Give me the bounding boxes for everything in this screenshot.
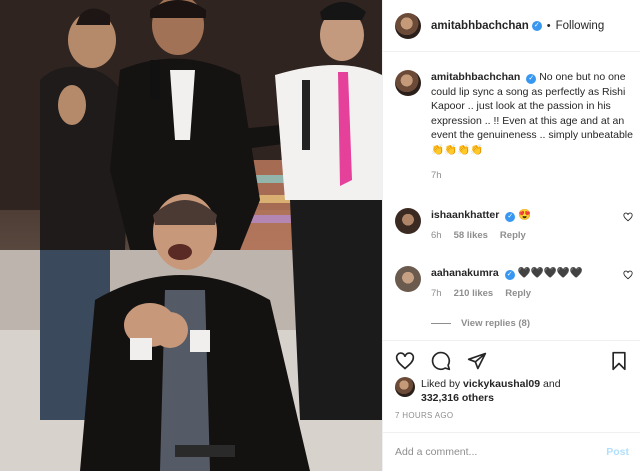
reply-button[interactable]: Reply [500,230,526,241]
view-replies-label: View replies (8) [461,318,530,329]
comment-input[interactable] [395,446,595,458]
post-side-panel: amitabhbachchan ✓ • Following amitabhbac… [382,0,640,471]
verified-badge-icon: ✓ [531,20,542,31]
stage-photo-illustration [0,0,382,471]
replies-divider [431,323,451,324]
verified-badge-icon: ✓ [526,74,537,84]
heart-icon[interactable] [395,351,415,371]
comment-time[interactable]: 6h [431,230,442,241]
comment-heart-icon[interactable] [623,212,633,222]
bookmark-icon[interactable] [609,351,629,371]
paper-plane-icon[interactable] [467,351,487,371]
commenter-avatar[interactable] [395,266,421,292]
verified-badge-icon: ✓ [504,270,515,280]
likes-others-count[interactable]: 332,316 others [421,392,494,404]
caption-time[interactable]: 7h [431,169,635,184]
action-icons [395,351,487,371]
liked-and: and [543,378,561,390]
comment-item: ishaankhatter ✓ 😍 6h 58 likes Reply [395,208,635,241]
comment-username[interactable]: aahanakumra [431,267,499,279]
comment-bubble-icon[interactable] [431,351,451,371]
comment-likes[interactable]: 210 likes [454,288,494,299]
author-username[interactable]: amitabhbachchan [431,20,529,32]
comment-username[interactable]: ishaankhatter [431,209,499,221]
comment-heart-icon[interactable] [623,270,633,280]
follow-status-button[interactable]: Following [556,20,605,32]
post-comment-button[interactable]: Post [606,446,629,458]
post-timestamp[interactable]: 7 HOURS AGO [395,411,453,420]
post-header: amitabhbachchan ✓ • Following [383,0,640,52]
comment-item: aahanakumra ✓ 🖤🖤🖤🖤🖤 7h 210 likes Reply [395,266,635,299]
verified-badge-icon: ✓ [505,212,516,222]
caption-avatar[interactable] [395,70,421,96]
view-replies-button[interactable]: View replies (8) [431,318,530,329]
post-photo[interactable] [0,0,382,471]
add-comment-bar: Post [383,432,640,471]
comment-text: 😍 [518,209,532,221]
liker-username[interactable]: vickykaushal09 [463,378,540,390]
liker-avatar[interactable] [395,377,415,397]
post-actions: Liked by vickykaushal09 and 332,316 othe… [383,340,640,432]
author-avatar[interactable] [395,12,421,39]
comment-text: 🖤🖤🖤🖤🖤 [517,267,583,279]
commenter-avatar[interactable] [395,208,421,234]
reply-button[interactable]: Reply [505,288,531,299]
comment-likes[interactable]: 58 likes [454,230,488,241]
post-caption: amitabhbachchan ✓ No one but no one could… [395,70,635,184]
caption-username[interactable]: amitabhbachchan [431,71,520,83]
comment-time[interactable]: 7h [431,288,442,299]
instagram-post: amitabhbachchan ✓ • Following amitabhbac… [0,0,640,471]
likes-summary: Liked by vickykaushal09 and 332,316 othe… [395,377,561,405]
liked-by-prefix: Liked by [421,378,461,390]
header-separator: • [546,19,551,32]
